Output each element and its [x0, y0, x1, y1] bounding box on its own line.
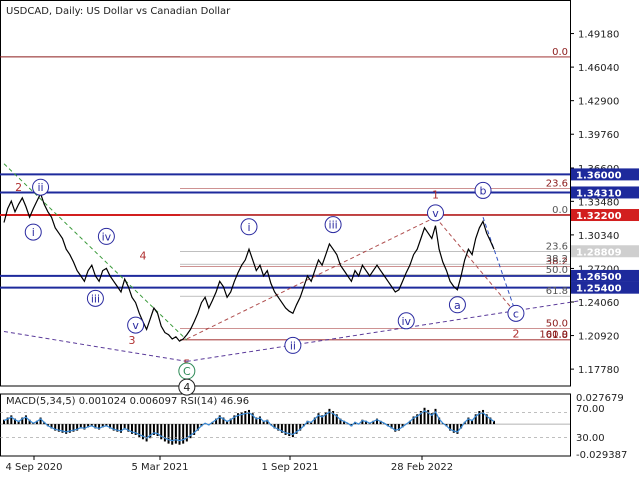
wave-label: b: [480, 184, 487, 197]
fib-label-right: 38.2: [546, 254, 568, 265]
chart-svg: 0.023.638.250.061.8100.00.023.638.250.06…: [0, 0, 640, 480]
chart-root: 0.0 23.6 38.2 50.0 61.8 100.0 0.0 23.6 38.2 50.0 6…: [0, 0, 640, 480]
fib-label-right: 23.6: [546, 241, 568, 252]
fib-label-right: 0.0: [552, 205, 568, 216]
chart-title: USDCAD, Daily: US Dollar vs Canadian Dol…: [6, 6, 231, 17]
wave-label: iv: [102, 230, 112, 243]
wave-label: v: [432, 207, 439, 220]
y-tick-label: 1.49180: [578, 30, 619, 41]
price-tag-label: 1.34310: [576, 188, 622, 199]
wave-label: iv: [401, 315, 411, 328]
indicator-tick-label: 30.00: [576, 433, 605, 444]
wave-label: 4: [183, 381, 190, 394]
indicator-tick-label: 0.027679: [576, 393, 624, 404]
wave-label: ii: [38, 181, 44, 194]
y-tick-label: 1.46040: [578, 63, 619, 74]
indicator-tick-label: -0.029387: [576, 450, 627, 461]
fib-label-right: 61.8: [546, 286, 568, 297]
fib-label-left: 100.0: [539, 330, 568, 341]
y-tick-label: 1.24060: [578, 298, 619, 309]
wave-label: 4: [139, 250, 146, 263]
wave-label: 3: [128, 334, 135, 347]
x-tick-label: 1 Sep 2021: [261, 462, 318, 473]
price-tag-label: 1.32200: [576, 211, 622, 222]
wave-label: iii: [329, 219, 338, 232]
wave-label: i: [32, 226, 35, 239]
wave-label: 1: [432, 189, 439, 202]
wave-label: ii: [290, 339, 296, 352]
wave-label: a: [454, 299, 461, 312]
wave-label: 2: [512, 328, 519, 341]
x-tick-label: 4 Sep 2020: [5, 462, 62, 473]
background: [0, 0, 640, 480]
y-tick-label: 1.20920: [578, 332, 619, 343]
wave-label: c: [513, 307, 519, 320]
y-tick-label: 1.17780: [578, 365, 619, 376]
wave-label: 2: [15, 181, 22, 194]
price-tag-label: 1.36000: [576, 170, 622, 181]
fib-label-right: 50.0: [546, 265, 568, 276]
wave-label: C: [183, 365, 191, 378]
wave-label: iii: [91, 292, 100, 305]
indicator-title: MACD(5,34,5) 0.001024 0.006097 RSI(14) 4…: [6, 396, 249, 407]
y-tick-label: 1.39760: [578, 130, 619, 141]
x-tick-label: 5 Mar 2021: [131, 462, 188, 473]
fib-label-left: 50.0: [546, 318, 568, 329]
y-tick-label: 1.30340: [578, 231, 619, 242]
y-tick-label: 1.42900: [578, 97, 619, 108]
fib-label-left: 0.0: [552, 47, 568, 58]
price-tag-label: 1.26500: [576, 272, 622, 283]
price-tag-label: 1.28809: [576, 247, 622, 258]
wave-label: i: [247, 221, 250, 234]
price-tag-label: 1.25400: [576, 284, 622, 295]
fib-label-left: 23.6: [546, 178, 568, 189]
wave-label: v: [132, 319, 139, 332]
x-tick-label: 28 Feb 2022: [391, 462, 453, 473]
indicator-tick-label: 70.00: [576, 404, 605, 415]
